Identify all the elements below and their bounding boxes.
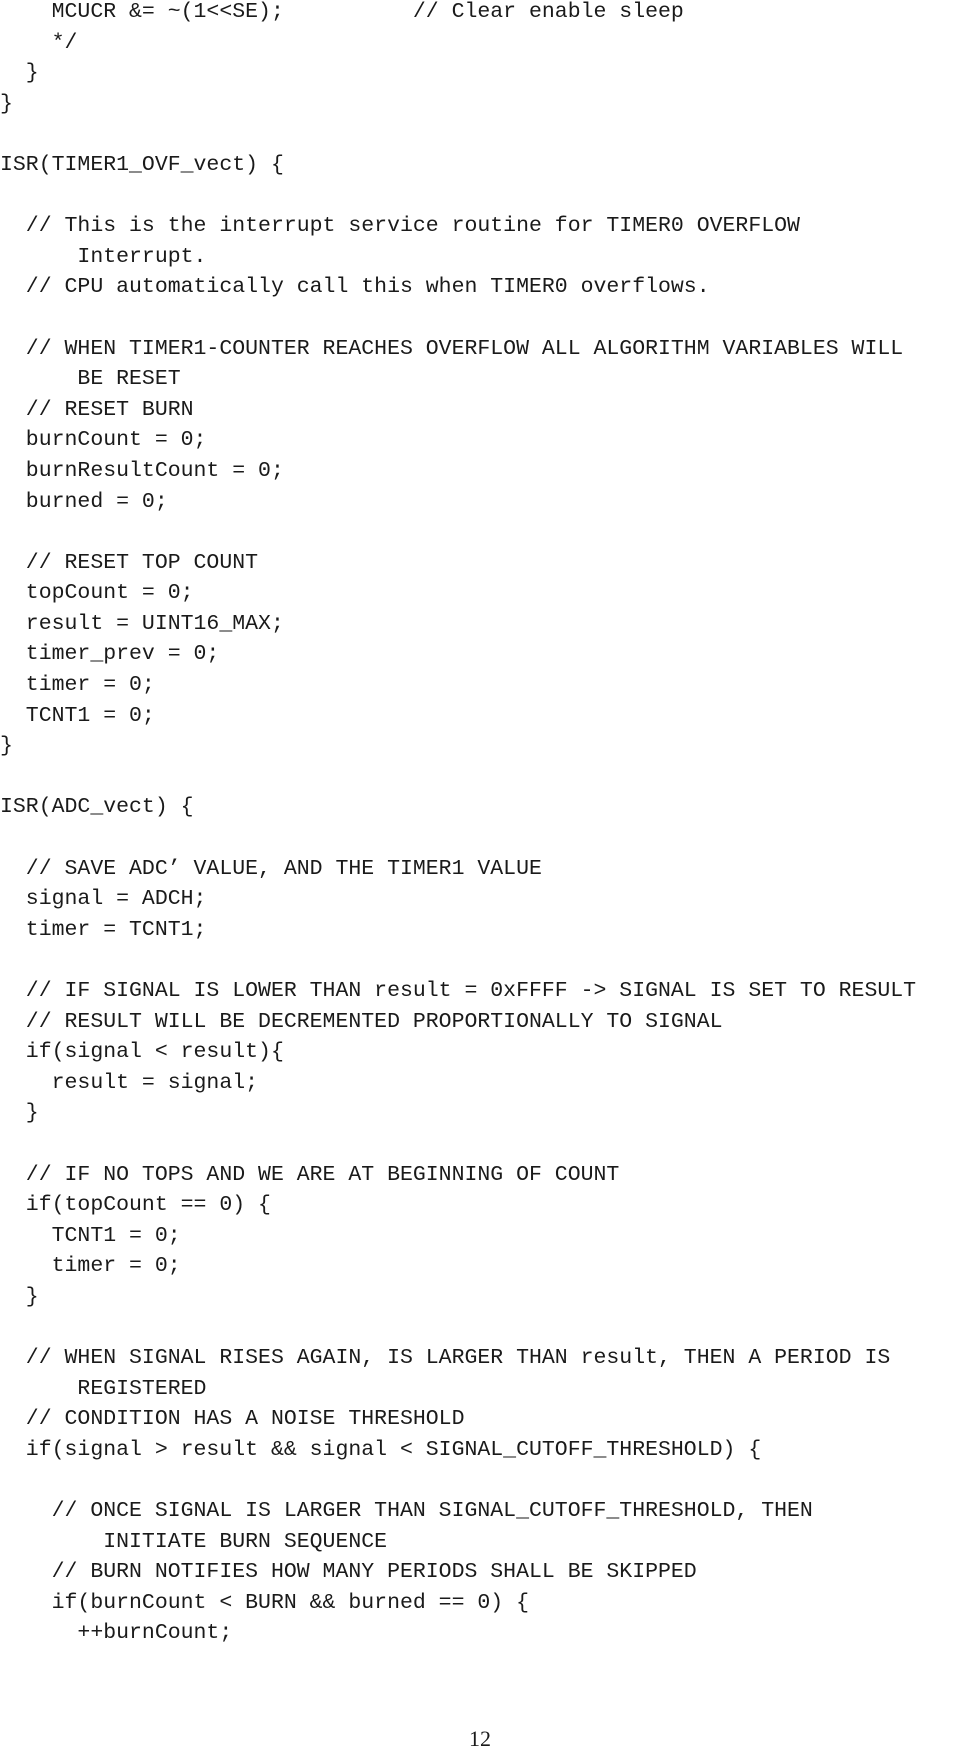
code-line: signal = ADCH; xyxy=(0,887,207,912)
code-line: // BURN NOTIFIES HOW MANY PERIODS SHALL … xyxy=(0,1560,697,1585)
code-line: burnResultCount = 0; xyxy=(0,458,284,483)
code-line: } xyxy=(0,734,13,759)
code-line: timer = 0; xyxy=(0,1254,181,1279)
code-line: ISR(TIMER1_OVF_vect) { xyxy=(0,152,284,177)
code-line: result = signal; xyxy=(0,1070,259,1095)
code-line: if(burnCount < BURN && burned == 0) { xyxy=(0,1590,529,1615)
code-line: INITIATE BURN SEQUENCE xyxy=(0,1529,388,1554)
code-line: // ONCE SIGNAL IS LARGER THAN SIGNAL_CUT… xyxy=(0,1499,813,1524)
code-line: ISR(ADC_vect) { xyxy=(0,795,194,820)
code-line: Interrupt. xyxy=(0,244,207,269)
code-line: burned = 0; xyxy=(0,489,168,514)
code-line: } xyxy=(0,1101,39,1126)
code-line: ++burnCount; xyxy=(0,1621,233,1646)
code-line: } xyxy=(0,61,39,86)
code-line: timer = 0; xyxy=(0,673,155,698)
code-line: // SAVE ADC’ VALUE, AND THE TIMER1 VALUE xyxy=(0,856,542,881)
code-line: // IF NO TOPS AND WE ARE AT BEGINNING OF… xyxy=(0,1162,620,1187)
code-line: } xyxy=(0,91,13,116)
code-line: } xyxy=(0,1284,39,1309)
code-line: if(signal < result){ xyxy=(0,1040,284,1065)
code-line: REGISTERED xyxy=(0,1376,207,1401)
page-number: 12 xyxy=(469,1726,491,1751)
code-listing: MCUCR &= ~(1<<SE); // Clear enable sleep… xyxy=(0,0,916,1649)
code-line: // CPU automatically call this when TIME… xyxy=(0,275,710,300)
code-line: // WHEN SIGNAL RISES AGAIN, IS LARGER TH… xyxy=(0,1346,891,1371)
code-line: if(topCount == 0) { xyxy=(0,1193,271,1218)
code-line: // RESET BURN xyxy=(0,397,194,422)
code-line: // RESULT WILL BE DECREMENTED PROPORTION… xyxy=(0,1009,723,1034)
code-line: // WHEN TIMER1-COUNTER REACHES OVERFLOW … xyxy=(0,336,904,361)
code-line: result = UINT16_MAX; xyxy=(0,611,284,636)
code-line: // CONDITION HAS A NOISE THRESHOLD xyxy=(0,1407,465,1432)
code-line: BE RESET xyxy=(0,367,181,392)
code-line: MCUCR &= ~(1<<SE); // Clear enable sleep xyxy=(0,0,684,24)
code-line: topCount = 0; xyxy=(0,581,194,606)
code-line: */ xyxy=(0,30,78,55)
code-line: // RESET TOP COUNT xyxy=(0,550,259,575)
code-line: // IF SIGNAL IS LOWER THAN result = 0xFF… xyxy=(0,979,917,1003)
code-line: burnCount = 0; xyxy=(0,428,207,453)
code-line: timer = TCNT1; xyxy=(0,917,207,942)
code-line: if(signal > result && signal < SIGNAL_CU… xyxy=(0,1437,762,1462)
code-line: timer_prev = 0; xyxy=(0,642,220,667)
code-line: TCNT1 = 0; xyxy=(0,1223,181,1248)
code-line: TCNT1 = 0; xyxy=(0,703,155,728)
code-line: // This is the interrupt service routine… xyxy=(0,214,800,239)
